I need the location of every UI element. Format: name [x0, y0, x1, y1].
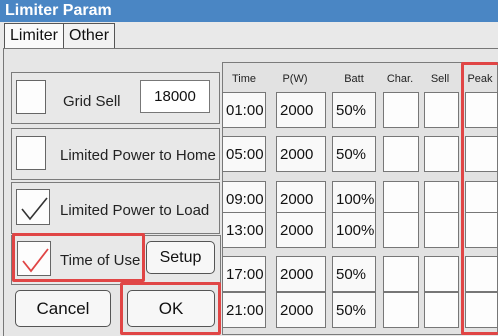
batt-cell[interactable]: 50%	[332, 92, 376, 128]
peak-checkbox[interactable]	[465, 256, 498, 292]
check-icon	[22, 248, 49, 273]
batt-cell[interactable]: 50%	[332, 256, 376, 292]
time-cell[interactable]: 17:00	[222, 256, 266, 292]
tab-other[interactable]: Other	[63, 23, 116, 48]
grid-sell-label: Grid Sell	[63, 93, 121, 110]
power-cell[interactable]: 2000	[276, 256, 326, 292]
tab-limiter[interactable]: Limiter	[4, 23, 65, 48]
ok-button[interactable]: OK	[127, 290, 215, 327]
time-cell[interactable]: 05:00	[222, 136, 266, 172]
time-of-use-checkbox[interactable]	[17, 241, 51, 276]
sell-checkbox[interactable]	[424, 256, 459, 292]
limited-home-label: Limited Power to Home	[60, 147, 216, 164]
title-bar: Limiter Param	[0, 0, 498, 22]
batt-cell[interactable]: 100%	[332, 212, 376, 248]
peak-checkbox[interactable]	[465, 292, 498, 328]
sell-checkbox[interactable]	[424, 92, 459, 128]
limited-home-checkbox[interactable]	[16, 136, 46, 170]
limited-load-checkbox[interactable]	[16, 189, 50, 225]
batt-cell[interactable]: 50%	[332, 292, 376, 328]
charge-checkbox[interactable]	[383, 92, 419, 128]
header-time: Time	[231, 73, 257, 85]
peak-checkbox[interactable]	[465, 92, 498, 128]
cancel-button[interactable]: Cancel	[15, 290, 111, 327]
tab-bar: Limiter Other	[4, 23, 116, 49]
power-cell[interactable]: 2000	[276, 212, 326, 248]
peak-checkbox[interactable]	[465, 212, 498, 248]
time-cell[interactable]: 21:00	[222, 292, 266, 328]
header-charge: Char.	[386, 73, 414, 85]
peak-checkbox[interactable]	[465, 136, 498, 172]
sell-checkbox[interactable]	[424, 292, 459, 328]
check-icon	[21, 197, 48, 221]
header-peak: Peak	[467, 73, 493, 85]
sell-checkbox[interactable]	[424, 212, 459, 248]
grid-sell-value-field[interactable]: 18000	[140, 80, 210, 113]
time-cell[interactable]: 13:00	[222, 212, 266, 248]
charge-checkbox[interactable]	[383, 136, 419, 172]
window-title: Limiter Param	[5, 2, 112, 19]
header-batt: Batt	[344, 73, 364, 85]
charge-checkbox[interactable]	[383, 256, 419, 292]
time-cell[interactable]: 01:00	[222, 92, 266, 128]
power-cell[interactable]: 2000	[276, 136, 326, 172]
header-sell: Sell	[430, 73, 450, 85]
setup-button[interactable]: Setup	[146, 241, 215, 274]
charge-checkbox[interactable]	[383, 292, 419, 328]
grid-sell-checkbox[interactable]	[16, 80, 46, 114]
batt-cell[interactable]: 50%	[332, 136, 376, 172]
sell-checkbox[interactable]	[424, 136, 459, 172]
power-cell[interactable]: 2000	[276, 292, 326, 328]
limited-load-label: Limited Power to Load	[60, 202, 210, 219]
charge-checkbox[interactable]	[383, 212, 419, 248]
time-of-use-label: Time of Use	[60, 252, 141, 269]
header-power: P(W)	[282, 73, 308, 85]
power-cell[interactable]: 2000	[276, 92, 326, 128]
